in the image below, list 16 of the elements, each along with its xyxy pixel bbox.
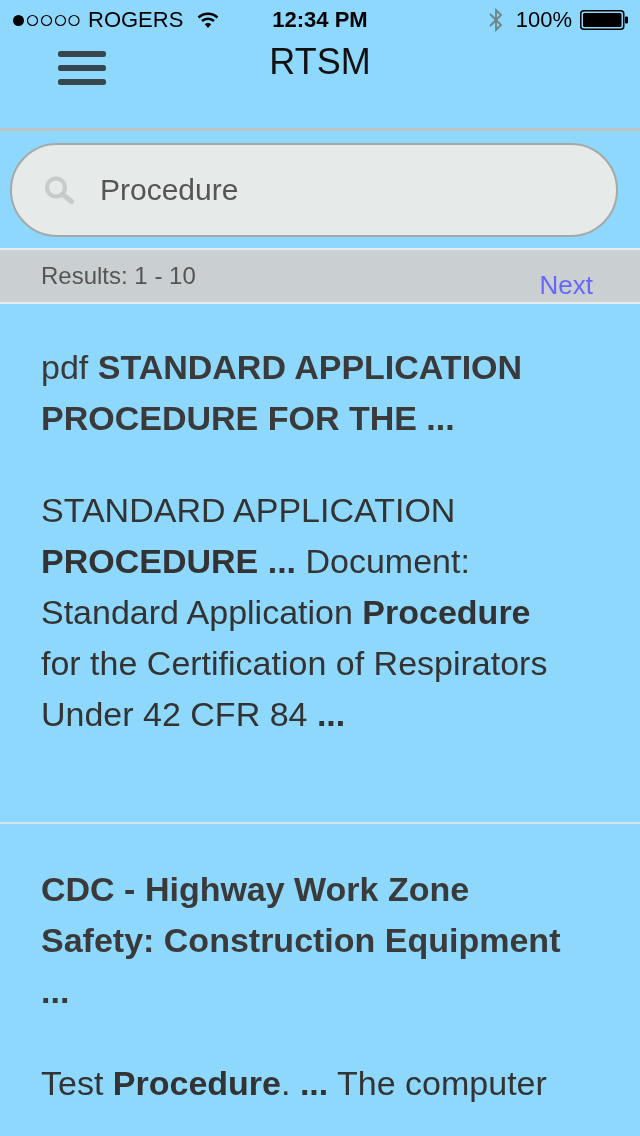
menu-button[interactable] [58,51,106,85]
result-snippet: STANDARD APPLICATION PROCEDURE ... Document: Standard Application Procedure for the Certification of Respirators Under 42 CFR 84 ... [41,490,549,735]
result-snippet: Test Procedure. ... The computer [41,1063,548,1104]
status-time: 12:34 PM [272,7,368,33]
result-title[interactable]: pdf STANDARD APPLICATION PROCEDURE FOR THE ... [41,342,571,444]
signal-strength-icon [12,13,80,27]
result-title[interactable]: CDC - Highway Work Zone Safety: Construction Equipment ... [41,864,571,1017]
battery-icon [580,10,628,30]
wifi-icon [197,12,220,28]
search-field[interactable]: Procedure [10,143,618,237]
carrier-name: ROGERS [88,7,184,33]
battery-percentage: 100% [515,7,572,33]
bluetooth-icon [487,8,504,32]
results-count: Results: 1 - 10 [41,261,196,291]
app-title: RTSM [269,42,371,82]
search-icon [44,176,75,204]
